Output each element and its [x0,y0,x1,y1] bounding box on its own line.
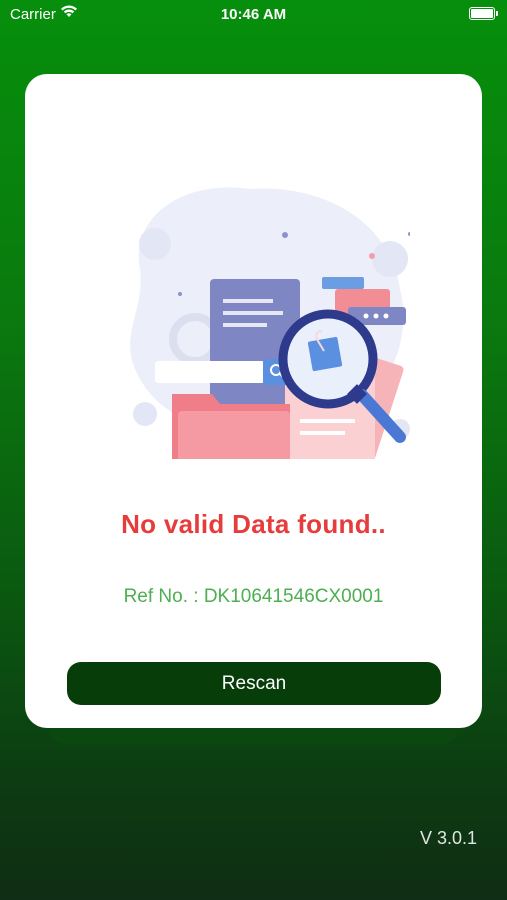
battery-icon [469,7,498,20]
no-data-message: No valid Data found.. [121,509,386,539]
status-time: 10:46 AM [220,6,287,23]
rescan-button[interactable]: Rescan [67,662,441,705]
no-data-illustration [100,149,426,502]
status-bar: Carrier 10:46 AM [0,0,507,30]
ref-value: DK10641546CX0001 [203,586,384,607]
version-label: V 3.0.1 [419,828,477,848]
reference-number: Ref No. : DK10641546CX0001 [25,586,482,608]
ref-label: Ref No. : [123,586,204,607]
result-card: No valid Data found.. Ref No. : DK106415… [25,74,482,728]
